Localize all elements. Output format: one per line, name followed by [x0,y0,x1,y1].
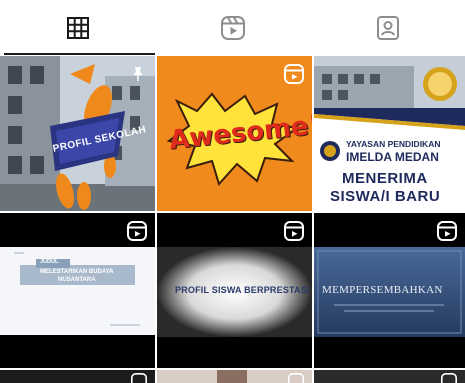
post-thumbnail[interactable]: JUDUL MELESTARIKAN BUDAYA NUSANTARA [0,213,155,368]
pin-icon [133,67,143,81]
tab-posts-grid[interactable] [0,0,155,56]
post-thumbnail[interactable]: MEMPERSEMBAHKAN [314,213,465,368]
post-thumbnail[interactable]: Awesome! [157,56,312,211]
post-thumbnail[interactable] [314,370,465,383]
post-line: YAYASAN PENDIDIKAN [346,139,441,149]
post-line: SISWA/I BARU [330,188,441,205]
post-title: PROFIL SISWA BERPRESTASI [175,285,310,295]
reel-icon [284,221,304,241]
reel-icon [437,221,457,241]
post-line: IMELDA MEDAN [346,150,439,164]
post-thumbnail[interactable]: YAYASAN PENDIDIKAN IMELDA MEDAN MENERIMA… [314,56,465,211]
reel-icon [441,373,457,383]
post-line: NUSANTARA [58,277,96,283]
posts-grid: PROFIL SEKOLAH Awesome! YAYASAN PENDIDIK… [0,56,465,383]
post-title: MEMPERSEMBAHKAN [322,284,443,296]
reels-icon [220,16,245,40]
post-thumbnail[interactable] [157,370,312,383]
profile-tab-bar [0,0,465,56]
reel-icon [288,373,304,383]
post-line: MENERIMA [342,170,428,187]
tagged-icon [376,16,399,40]
tab-tagged[interactable] [310,0,465,56]
active-tab-indicator [4,53,155,55]
post-line: MELESTARIKAN BUDAYA [40,269,114,275]
post-tag: JUDUL [40,259,59,265]
grid-icon [66,17,89,39]
post-thumbnail[interactable]: PROFIL SISWA BERPRESTASI [157,213,312,368]
reel-icon [127,221,147,241]
tab-reels[interactable] [155,0,310,56]
post-thumbnail[interactable]: PROFIL SEKOLAH [0,56,155,211]
reel-icon [284,64,304,84]
post-thumbnail[interactable] [0,370,155,383]
reel-icon [131,373,147,383]
